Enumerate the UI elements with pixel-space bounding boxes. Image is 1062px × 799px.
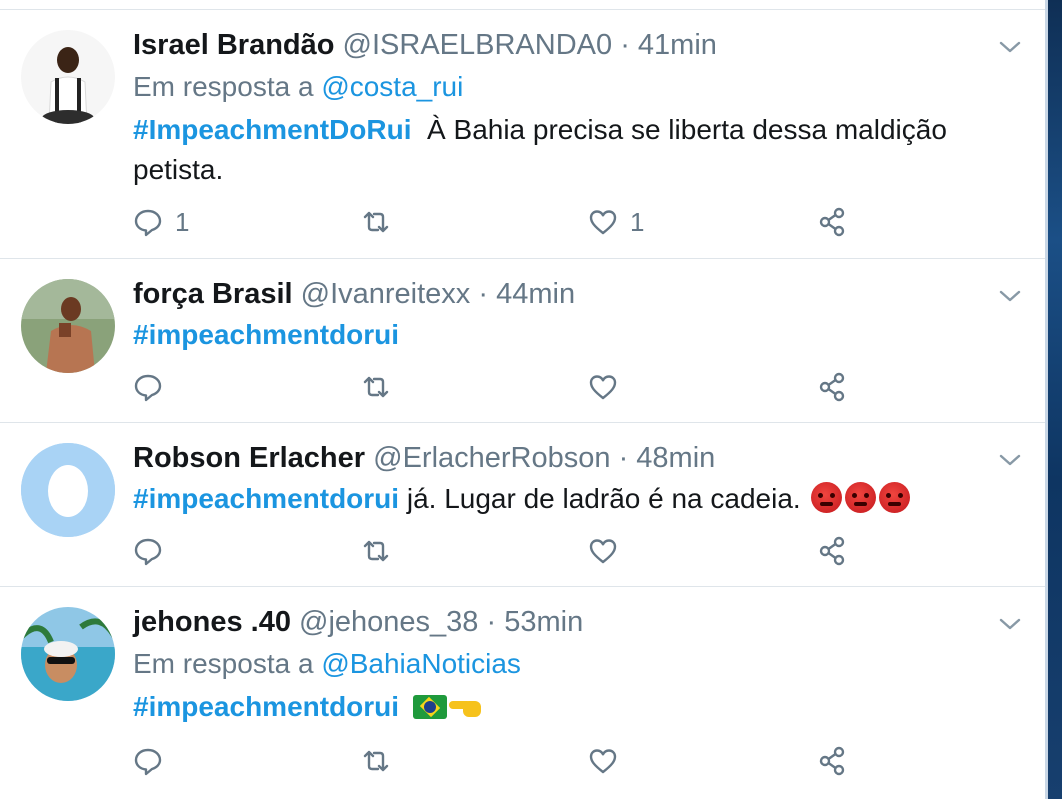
heart-icon <box>589 210 617 235</box>
avatar[interactable] <box>21 443 115 537</box>
retweet-icon <box>363 376 389 398</box>
tweet-card[interactable]: jehones .40 @jehones_38 · 53min Em respo… <box>0 587 1045 799</box>
display-name[interactable]: Robson Erlacher <box>133 442 365 474</box>
retweet-button[interactable] <box>361 204 391 240</box>
retweet-button[interactable] <box>361 533 391 569</box>
chevron-down-icon[interactable] <box>997 34 1023 60</box>
reply-mention[interactable]: @costa_rui <box>321 71 463 102</box>
tweet-text: #impeachmentdorui <box>133 687 985 727</box>
reply-icon <box>134 374 162 402</box>
heart-icon <box>589 539 617 564</box>
tweet-actions <box>133 743 853 779</box>
timestamp[interactable]: · 53min <box>487 606 584 638</box>
share-button[interactable] <box>817 533 847 569</box>
avatar[interactable] <box>21 279 115 373</box>
chevron-down-icon[interactable] <box>997 611 1023 637</box>
like-button[interactable] <box>588 743 618 779</box>
chevron-down-icon[interactable] <box>997 447 1023 473</box>
reply-context: Em resposta a @costa_rui <box>133 68 985 106</box>
reply-button[interactable]: 1 <box>133 204 189 240</box>
share-button[interactable] <box>817 204 847 240</box>
hashtag-link[interactable]: #impeachmentdorui <box>133 691 399 722</box>
angry-emoji-icon <box>879 482 911 513</box>
divider <box>0 0 1045 10</box>
tweet-header: Robson Erlacher @ErlacherRobson · 48min <box>133 439 985 477</box>
tweet-actions <box>133 533 853 569</box>
hashtag-link[interactable]: #ImpeachmentDoRui <box>133 114 412 145</box>
reply-context: Em resposta a @BahiaNoticias <box>133 645 985 683</box>
chevron-down-icon[interactable] <box>997 283 1023 309</box>
reply-mention[interactable]: @BahiaNoticias <box>321 648 521 679</box>
avatar[interactable] <box>21 607 115 701</box>
tweet-card[interactable]: Israel Brandão @ISRAELBRANDA0 · 41min Em… <box>0 10 1045 259</box>
tweet-text: #ImpeachmentDoRui À Bahia precisa se lib… <box>133 110 985 190</box>
brazil-flag-icon <box>412 695 447 719</box>
like-count: 1 <box>630 206 645 237</box>
tweet-header: jehones .40 @jehones_38 · 53min <box>133 603 985 641</box>
timestamp[interactable]: · 44min <box>478 278 575 310</box>
reply-button[interactable] <box>133 369 163 405</box>
share-icon <box>819 746 845 776</box>
share-icon <box>819 372 845 402</box>
reply-icon <box>134 748 162 776</box>
display-name[interactable]: Israel Brandão <box>133 29 334 61</box>
reply-prefix: Em resposta a <box>133 648 314 679</box>
timeline: Israel Brandão @ISRAELBRANDA0 · 41min Em… <box>0 0 1045 799</box>
reply-icon <box>134 538 162 566</box>
reply-icon <box>134 209 162 237</box>
retweet-button[interactable] <box>361 369 391 405</box>
retweet-icon <box>363 540 389 562</box>
timestamp[interactable]: · 48min <box>619 442 716 474</box>
share-icon <box>819 207 845 237</box>
like-button[interactable]: 1 <box>588 204 644 240</box>
share-icon <box>819 536 845 566</box>
reply-button[interactable] <box>133 533 163 569</box>
tweet-card[interactable]: força Brasil @Ivanreitexx · 44min #impea… <box>0 259 1045 423</box>
tweet-actions <box>133 369 853 405</box>
like-button[interactable] <box>588 369 618 405</box>
display-name[interactable]: força Brasil <box>133 278 293 310</box>
handle[interactable]: @Ivanreitexx <box>301 278 471 310</box>
background-edge <box>1045 0 1062 799</box>
divider <box>1045 0 1048 799</box>
handle[interactable]: @ErlacherRobson <box>373 442 610 474</box>
angry-emoji-icon <box>845 482 877 513</box>
tweet-header: força Brasil @Ivanreitexx · 44min <box>133 275 985 313</box>
reply-button[interactable] <box>133 743 163 779</box>
retweet-icon <box>363 211 389 233</box>
display-name[interactable]: jehones .40 <box>133 606 291 638</box>
angry-emoji-icon <box>811 482 843 513</box>
retweet-icon <box>363 750 389 772</box>
timestamp[interactable]: · 41min <box>620 29 717 61</box>
tweet-actions: 1 1 <box>133 204 853 240</box>
pointing-hand-icon <box>448 696 483 718</box>
retweet-button[interactable] <box>361 743 391 779</box>
handle[interactable]: @jehones_38 <box>299 606 478 638</box>
reply-count: 1 <box>175 206 190 237</box>
share-button[interactable] <box>817 369 847 405</box>
avatar[interactable] <box>21 30 115 124</box>
tweet-text: #impeachmentdorui já. Lugar de ladrão é … <box>133 479 985 519</box>
hashtag-link[interactable]: #impeachmentdorui <box>133 483 399 514</box>
tweet-body: já. Lugar de ladrão é na cadeia. <box>399 483 801 514</box>
share-button[interactable] <box>817 743 847 779</box>
handle[interactable]: @ISRAELBRANDA0 <box>343 29 613 61</box>
reply-prefix: Em resposta a <box>133 71 314 102</box>
hashtag-link[interactable]: #impeachmentdorui <box>133 319 399 350</box>
tweet-header: Israel Brandão @ISRAELBRANDA0 · 41min <box>133 26 985 64</box>
heart-icon <box>589 749 617 774</box>
tweet-text: #impeachmentdorui <box>133 315 985 355</box>
heart-icon <box>589 375 617 400</box>
tweet-card[interactable]: Robson Erlacher @ErlacherRobson · 48min … <box>0 423 1045 587</box>
like-button[interactable] <box>588 533 618 569</box>
